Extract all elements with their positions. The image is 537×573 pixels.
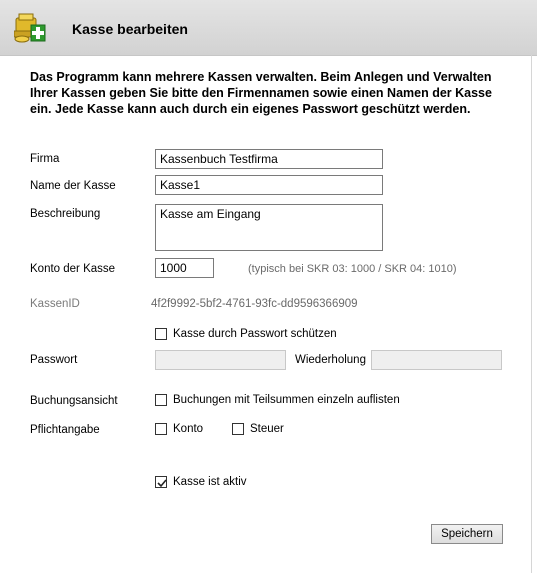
intro-text: Das Programm kann mehrere Kassen verwalt… [30,70,492,116]
pflicht-steuer-checkbox[interactable] [232,423,244,435]
konto-field[interactable]: 1000 [155,258,214,278]
passwort-schutz-label: Kasse durch Passwort schützen [173,328,337,340]
passwort-schutz-checkbox[interactable] [155,328,167,340]
buchungsansicht-label: Buchungsansicht [30,395,118,407]
kassenid-label: KassenID [30,298,80,310]
firma-field[interactable]: Kassenbuch Testfirma [155,149,383,169]
dialog-header: Kasse bearbeiten [0,0,537,56]
dialog-title: Kasse bearbeiten [72,21,188,37]
firma-label: Firma [30,153,60,165]
pflichtangabe-label: Pflichtangabe [30,424,100,436]
aktiv-label: Kasse ist aktiv [173,476,247,488]
kassenname-field[interactable]: Kasse1 [155,175,383,195]
dialog-border [531,55,532,573]
buchungsansicht-checkbox[interactable] [155,394,167,406]
beschreibung-label: Beschreibung [30,208,101,220]
save-button[interactable]: Speichern [431,524,503,544]
checkmark-icon [157,479,167,488]
pflicht-steuer-label: Steuer [250,423,284,435]
passwort-label: Passwort [30,354,78,366]
cash-register-add-icon [14,13,46,43]
pflicht-konto-checkbox[interactable] [155,423,167,435]
name-label: Name der Kasse [30,180,116,192]
wiederholung-label: Wiederholung [295,354,366,366]
konto-label: Konto der Kasse [30,263,116,275]
kassenid-value: 4f2f9992-5bf2-4761-93fc-dd9596366909 [151,298,358,310]
pflicht-konto-label: Konto [173,423,204,435]
buchungsansicht-option-label: Buchungen mit Teilsummen einzeln auflist… [173,394,400,406]
passwort-field[interactable] [155,350,286,370]
aktiv-checkbox[interactable] [155,476,167,488]
wiederholung-field[interactable] [371,350,502,370]
beschreibung-field[interactable]: Kasse am Eingang [155,204,383,251]
konto-hint: (typisch bei SKR 03: 1000 / SKR 04: 1010… [248,263,457,275]
